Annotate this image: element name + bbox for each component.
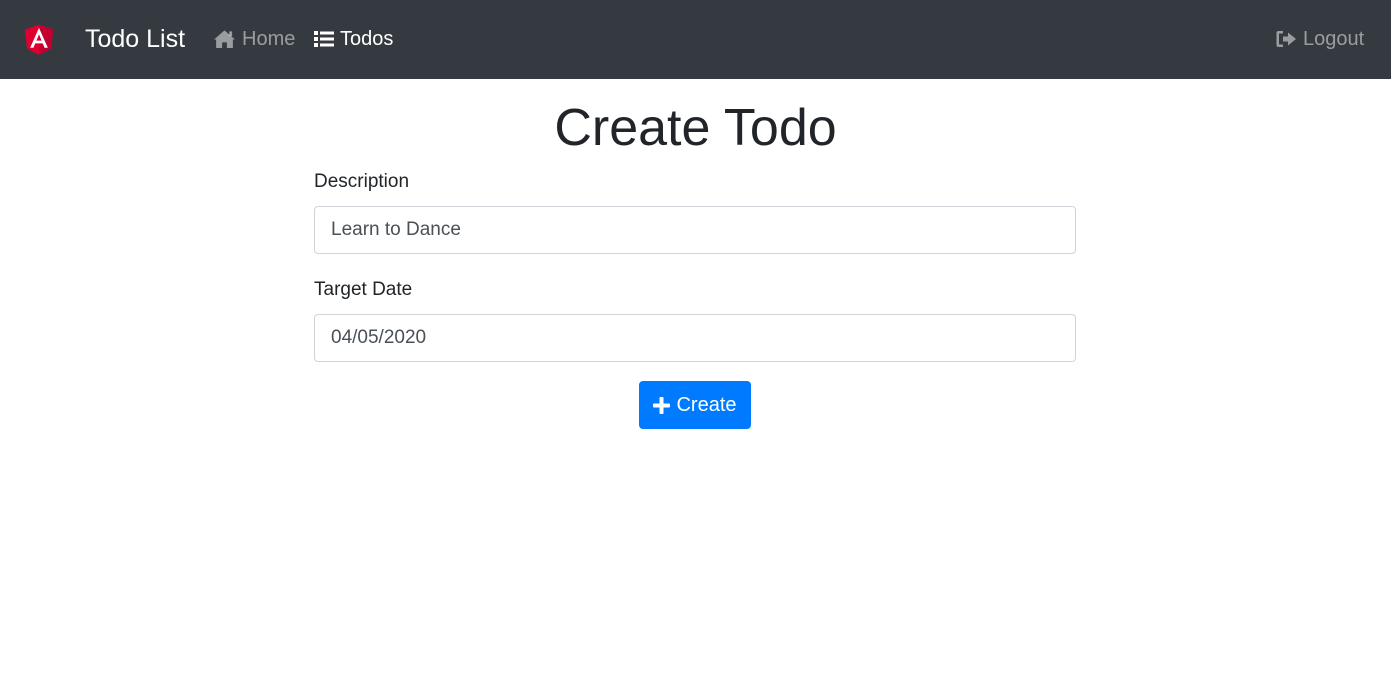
nav-todos-label: Todos <box>340 28 394 50</box>
brand-title[interactable]: Todo List <box>85 22 185 56</box>
nav-home-label: Home <box>242 28 296 50</box>
target-date-input[interactable] <box>314 314 1076 362</box>
target-date-label: Target Date <box>314 279 413 300</box>
create-button-label: Create <box>676 393 737 416</box>
home-icon <box>213 29 236 49</box>
description-label: Description <box>314 171 410 192</box>
sign-out-icon <box>1276 30 1297 48</box>
list-icon <box>314 30 334 48</box>
nav-logout-link[interactable]: Logout <box>1276 27 1364 51</box>
page-title: Create Todo <box>554 99 837 157</box>
navbar: Todo List Home Todos Logout <box>0 0 1391 79</box>
nav-home-link[interactable]: Home <box>213 27 295 51</box>
nav-logout-label: Logout <box>1303 28 1365 50</box>
angular-logo-icon[interactable] <box>20 18 58 60</box>
nav-todos-link[interactable]: Todos <box>314 27 393 51</box>
description-input[interactable] <box>314 206 1076 254</box>
create-button[interactable]: Create <box>639 381 751 429</box>
plus-icon <box>653 396 671 414</box>
